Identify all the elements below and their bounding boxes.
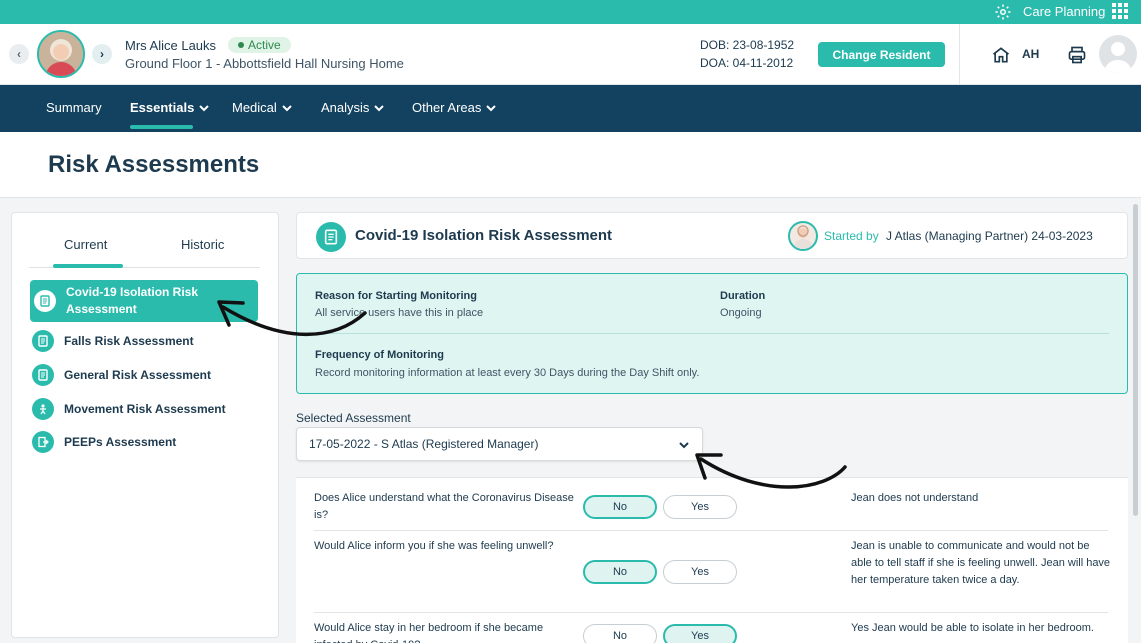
movement-icon: [32, 398, 54, 420]
date-of-birth: DOB: 23-08-1952: [700, 38, 795, 52]
user-initials[interactable]: AH: [1022, 47, 1039, 61]
chevron-down-icon: [282, 104, 292, 111]
page-title-bar: Risk Assessments: [0, 132, 1141, 198]
print-icon[interactable]: [1067, 45, 1087, 65]
previous-resident-button[interactable]: ‹: [9, 44, 29, 64]
next-resident-button[interactable]: ›: [92, 44, 112, 64]
resident-location: Ground Floor 1 - Abbottsfield Hall Nursi…: [125, 56, 404, 71]
tab-medical[interactable]: Medical: [232, 100, 292, 115]
sidebar-item-label: PEEPs Assessment: [64, 435, 177, 449]
active-tab-indicator: [130, 125, 193, 129]
started-by-avatar: [788, 221, 818, 251]
monitoring-info-box: Reason for Starting Monitoring All servi…: [296, 273, 1128, 394]
exit-icon: [32, 431, 54, 453]
answer-no-button[interactable]: No: [583, 560, 657, 584]
gear-icon[interactable]: [994, 3, 1012, 21]
started-by-value: J Atlas (Managing Partner) 24-03-2023: [886, 229, 1093, 243]
document-icon: [32, 330, 54, 352]
sidebar-item-peeps[interactable]: PEEPs Assessment: [30, 431, 258, 453]
resident-header: ‹ › Mrs Alice Lauks Active Ground Floor …: [0, 24, 1141, 85]
main-navbar: Summary Essentials Medical Analysis Othe…: [0, 85, 1141, 132]
frequency-value: Record monitoring information at least e…: [315, 367, 700, 379]
page-title: Risk Assessments: [48, 151, 260, 178]
header-divider: [959, 24, 960, 85]
duration-value: Ongoing: [720, 307, 762, 319]
status-badge: Active: [228, 37, 291, 53]
question-note: Jean is unable to communicate and would …: [851, 540, 1111, 586]
question-note: Yes Jean would be able to isolate in her…: [851, 622, 1094, 634]
tab-current[interactable]: Current: [64, 237, 107, 252]
answer-no-button[interactable]: No: [583, 624, 657, 643]
assessment-title: Covid-19 Isolation Risk Assessment: [355, 227, 613, 244]
assessment-sidebar: Current Historic Covid-19 Isolation Risk…: [11, 212, 279, 638]
tab-historic[interactable]: Historic: [181, 237, 224, 252]
change-resident-button[interactable]: Change Resident: [818, 42, 945, 67]
top-strip: Care Planning: [0, 0, 1141, 24]
active-tab-indicator: [53, 264, 123, 268]
chevron-down-icon: [374, 104, 385, 111]
tab-analysis[interactable]: Analysis: [321, 100, 385, 115]
home-icon[interactable]: [991, 45, 1011, 65]
started-by-label: Started by: [824, 229, 879, 243]
sidebar-item-label: General Risk Assessment: [64, 368, 211, 382]
page-scrollbar[interactable]: [1133, 204, 1138, 516]
tab-label: Summary: [46, 100, 102, 115]
resident-avatar: [37, 30, 85, 78]
tab-label: Analysis: [321, 100, 370, 115]
chevron-down-icon: [199, 104, 210, 111]
sidebar-item-label: Covid-19 Isolation Risk Assessment: [66, 285, 199, 316]
apps-grid-icon[interactable]: [1112, 3, 1128, 19]
duration-label: Duration: [720, 290, 766, 302]
tab-label: Essentials: [130, 100, 195, 115]
annotation-arrow-icon: [695, 453, 847, 489]
question-text: Would Alice stay in her bedroom if she b…: [314, 622, 544, 643]
question-text: Would Alice inform you if she was feelin…: [314, 540, 554, 552]
question-divider: [314, 530, 1108, 531]
question-text: Does Alice understand what the Coronavir…: [314, 492, 574, 521]
document-icon: [34, 290, 56, 312]
annotation-arrow-icon: [217, 300, 367, 337]
question-note: Jean does not understand: [851, 492, 979, 504]
resident-name: Mrs Alice Lauks: [125, 38, 217, 53]
info-divider: [315, 333, 1109, 334]
document-icon: [316, 222, 346, 252]
sidebar-item-label: Falls Risk Assessment: [64, 334, 194, 348]
question-divider: [314, 612, 1108, 613]
user-avatar[interactable]: [1099, 35, 1137, 73]
module-label[interactable]: Care Planning: [1023, 4, 1105, 19]
sidebar-item-label: Movement Risk Assessment: [64, 402, 226, 416]
tab-label: Other Areas: [412, 100, 482, 115]
selected-assessment-value: 17-05-2022 - S Atlas (Registered Manager…: [309, 437, 539, 451]
date-of-admission: DOA: 04-11-2012: [700, 56, 794, 70]
answer-yes-button[interactable]: Yes: [663, 624, 737, 643]
tab-label: Medical: [232, 100, 277, 115]
selected-assessment-dropdown[interactable]: 17-05-2022 - S Atlas (Registered Manager…: [296, 427, 703, 461]
selected-assessment-label: Selected Assessment: [296, 411, 411, 425]
sidebar-item-general[interactable]: General Risk Assessment: [30, 364, 258, 386]
tab-summary[interactable]: Summary: [46, 100, 102, 115]
tab-essentials[interactable]: Essentials: [130, 100, 210, 115]
sidebar-item-movement[interactable]: Movement Risk Assessment: [30, 398, 258, 420]
answer-no-button[interactable]: No: [583, 495, 657, 519]
chevron-down-icon: [486, 104, 497, 111]
assessment-header-card: Covid-19 Isolation Risk Assessment Start…: [296, 212, 1128, 259]
document-icon: [32, 364, 54, 386]
tab-other-areas[interactable]: Other Areas: [412, 100, 497, 115]
answer-yes-button[interactable]: Yes: [663, 560, 737, 584]
